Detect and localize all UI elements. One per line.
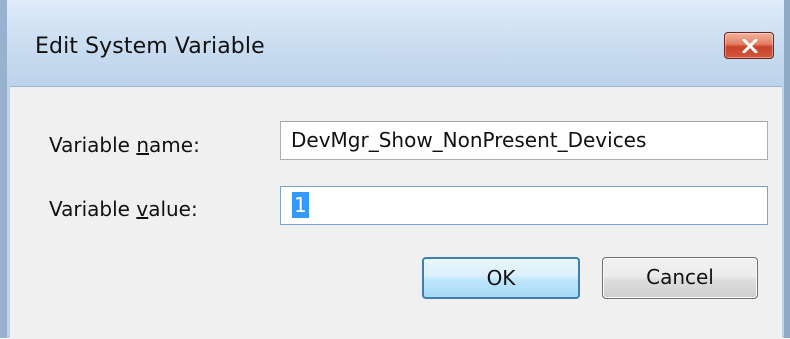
variable-value-label-accelerator: v <box>136 197 149 221</box>
window-title: Edit System Variable <box>35 34 265 59</box>
variable-name-label-suffix: ame: <box>149 133 200 157</box>
variable-name-value: DevMgr_Show_NonPresent_Devices <box>291 128 647 152</box>
variable-name-input[interactable]: DevMgr_Show_NonPresent_Devices <box>280 121 768 160</box>
variable-value-label-prefix: Variable <box>49 197 137 221</box>
variable-name-label: Variable name: <box>49 133 200 157</box>
variable-name-label-prefix: Variable <box>49 133 137 157</box>
variable-value-label: Variable value: <box>49 197 198 221</box>
edit-system-variable-dialog: Edit System Variable Variable name: DevM… <box>0 0 790 339</box>
variable-name-label-accelerator: n <box>136 133 150 157</box>
dialog-body: Variable name: DevMgr_Show_NonPresent_De… <box>10 86 782 339</box>
close-x-icon <box>742 39 758 53</box>
close-button[interactable] <box>724 32 774 59</box>
variable-value-label-suffix: alue: <box>148 197 198 221</box>
variable-value-selected-text: 1 <box>292 192 309 218</box>
title-bar[interactable]: Edit System Variable <box>7 0 784 86</box>
ok-button[interactable]: OK <box>422 257 580 299</box>
variable-value-input[interactable]: 1 <box>280 186 768 225</box>
cancel-button[interactable]: Cancel <box>602 257 758 299</box>
